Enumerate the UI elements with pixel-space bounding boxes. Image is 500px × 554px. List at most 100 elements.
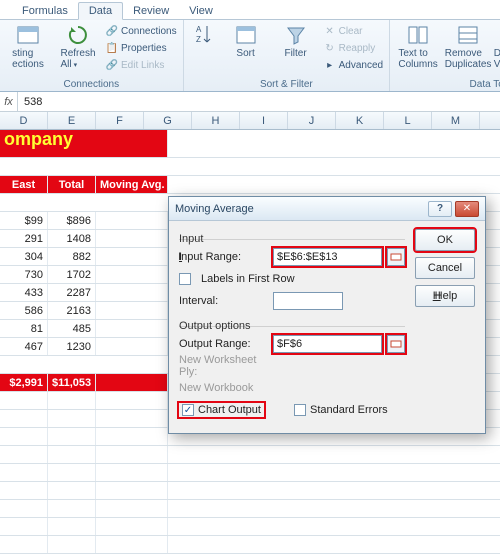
ok-button[interactable]: OK: [415, 229, 475, 251]
col-h[interactable]: H: [192, 112, 240, 129]
cell[interactable]: [96, 230, 168, 247]
cell[interactable]: [96, 302, 168, 319]
text-to-columns-icon: [406, 23, 430, 47]
cancel-button[interactable]: Cancel: [415, 257, 475, 279]
existing-connections-label: sting ections: [12, 48, 44, 70]
cell[interactable]: 2163: [48, 302, 96, 319]
connections-button[interactable]: 🔗Connections: [106, 23, 177, 39]
funnel-icon: [284, 23, 308, 47]
label-output-range: Output Range:: [179, 338, 267, 350]
formula-bar: fx 538: [0, 92, 500, 112]
cell[interactable]: $99: [0, 212, 48, 229]
cell[interactable]: 586: [0, 302, 48, 319]
label-labels-first: Labels in First Row: [201, 273, 295, 285]
tab-formulas[interactable]: Formulas: [12, 3, 78, 19]
header-total: Total: [48, 176, 96, 193]
cell[interactable]: [96, 212, 168, 229]
reapply-button[interactable]: ↻Reapply: [324, 40, 383, 56]
collapse-dialog-button-2[interactable]: [387, 335, 405, 353]
collapse-dialog-button[interactable]: [387, 248, 405, 266]
cell[interactable]: 291: [0, 230, 48, 247]
tab-review[interactable]: Review: [123, 3, 179, 19]
standard-errors-checkbox[interactable]: [294, 404, 306, 416]
existing-connections-button[interactable]: sting ections: [6, 23, 50, 70]
dialog-titlebar[interactable]: Moving Average ? ✕: [169, 197, 485, 221]
remove-duplicates-icon: [456, 23, 480, 47]
advanced-button[interactable]: ▸Advanced: [324, 57, 383, 73]
table-row: [0, 464, 500, 482]
refresh-icon: [66, 23, 90, 47]
formula-bar-value[interactable]: 538: [18, 92, 500, 111]
col-f[interactable]: F: [96, 112, 144, 129]
cell[interactable]: 81: [0, 320, 48, 337]
tab-view[interactable]: View: [179, 3, 223, 19]
close-button[interactable]: ✕: [455, 201, 479, 217]
cell[interactable]: 467: [0, 338, 48, 355]
properties-icon: 📋: [106, 42, 118, 54]
cell[interactable]: 882: [48, 248, 96, 265]
group-label-sort: Sort & Filter: [190, 77, 383, 90]
clear-icon: ✕: [324, 25, 336, 37]
col-m[interactable]: M: [432, 112, 480, 129]
text-to-columns-label: Text to Columns: [398, 48, 437, 70]
label-new-workbook: New Workbook: [179, 382, 267, 394]
output-range-field[interactable]: $F$6: [273, 335, 382, 353]
fx-icon[interactable]: fx: [0, 92, 18, 111]
cell[interactable]: [96, 338, 168, 355]
label-input-range: IInput Range:: [179, 251, 267, 263]
col-j[interactable]: J: [288, 112, 336, 129]
group-data-tools: Text to Columns Remove Duplicates Data V…: [390, 20, 500, 91]
labels-first-row-checkbox[interactable]: [179, 273, 191, 285]
col-g[interactable]: G: [144, 112, 192, 129]
chart-output-checkbox[interactable]: [182, 404, 194, 416]
tab-data[interactable]: Data: [78, 2, 123, 20]
sort-button[interactable]: Sort: [224, 23, 268, 59]
table-row: [0, 500, 500, 518]
text-to-columns-button[interactable]: Text to Columns: [396, 23, 440, 70]
sort-az-icon: AZ: [192, 23, 216, 47]
col-l[interactable]: L: [384, 112, 432, 129]
cell[interactable]: 1408: [48, 230, 96, 247]
data-validation-button[interactable]: Data Validation: [496, 23, 500, 70]
properties-button[interactable]: 📋Properties: [106, 40, 177, 56]
cell[interactable]: 485: [48, 320, 96, 337]
cell[interactable]: $896: [48, 212, 96, 229]
cell[interactable]: 730: [0, 266, 48, 283]
help-button-icon[interactable]: ?: [428, 201, 452, 217]
table-row: East Total Moving Avg.: [0, 176, 500, 194]
cell[interactable]: 1230: [48, 338, 96, 355]
cell[interactable]: [96, 248, 168, 265]
company-title: ompany: [0, 130, 168, 157]
sort-az-button[interactable]: AZ: [190, 23, 218, 47]
cell[interactable]: [96, 284, 168, 301]
cell[interactable]: 2287: [48, 284, 96, 301]
cell[interactable]: 433: [0, 284, 48, 301]
table-row: [0, 536, 500, 554]
refresh-all-label: Refresh All: [60, 48, 95, 70]
question-icon: ?: [437, 203, 443, 214]
header-mavg: Moving Avg.: [96, 176, 168, 193]
remove-duplicates-label: Remove Duplicates: [445, 48, 492, 70]
col-e[interactable]: E: [48, 112, 96, 129]
sort-icon: [234, 23, 258, 47]
table-row: ompany: [0, 130, 500, 158]
cell[interactable]: [96, 266, 168, 283]
interval-field[interactable]: [273, 292, 343, 310]
edit-links-button[interactable]: 🔗Edit Links: [106, 57, 177, 73]
cell[interactable]: 1702: [48, 266, 96, 283]
label-interval: Interval:: [179, 295, 267, 307]
cell[interactable]: 304: [0, 248, 48, 265]
cell[interactable]: [96, 320, 168, 337]
label-new-ply: New Worksheet Ply:: [179, 354, 267, 378]
label-chart-output: Chart Output: [198, 404, 261, 416]
remove-duplicates-button[interactable]: Remove Duplicates: [446, 23, 490, 70]
clear-button[interactable]: ✕Clear: [324, 23, 383, 39]
input-range-field[interactable]: $E$6:$E$13: [273, 248, 382, 266]
col-i[interactable]: I: [240, 112, 288, 129]
help-button[interactable]: HHelp: [415, 285, 475, 307]
col-d[interactable]: D: [0, 112, 48, 129]
refresh-all-button[interactable]: Refresh All: [56, 23, 100, 70]
filter-button[interactable]: Filter: [274, 23, 318, 59]
col-k[interactable]: K: [336, 112, 384, 129]
svg-text:Z: Z: [196, 35, 201, 44]
